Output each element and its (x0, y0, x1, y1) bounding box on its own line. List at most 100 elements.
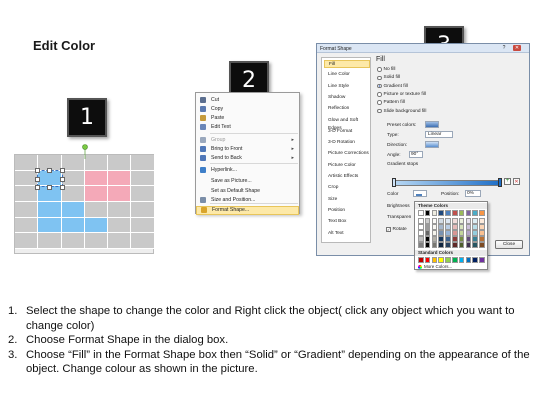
table-cell[interactable] (62, 202, 85, 218)
nav-item[interactable]: Shadow (324, 94, 370, 102)
theme-color-swatch[interactable] (472, 210, 478, 216)
context-menu-item[interactable]: Cut (196, 96, 299, 105)
table-cell[interactable] (62, 233, 85, 249)
resize-handle[interactable] (60, 168, 65, 173)
theme-color-swatch[interactable] (438, 242, 444, 248)
context-menu-item[interactable]: Bring to Front ▸ (196, 145, 299, 154)
theme-color-swatch[interactable] (431, 224, 438, 230)
theme-color-swatch[interactable] (418, 210, 424, 216)
theme-color-swatch[interactable] (458, 242, 465, 248)
resize-handle[interactable] (47, 168, 52, 173)
nav-item[interactable]: Artistic Effects (324, 173, 370, 181)
theme-color-swatch[interactable] (465, 242, 472, 248)
theme-color-swatch[interactable] (438, 236, 444, 242)
table-shape[interactable] (14, 154, 155, 254)
theme-color-swatch[interactable] (472, 242, 478, 248)
nav-item[interactable]: Picture Corrections (324, 150, 370, 158)
theme-color-swatch[interactable] (465, 230, 472, 236)
table-cell[interactable] (85, 233, 108, 249)
resize-handle[interactable] (35, 177, 40, 182)
table-cell[interactable] (108, 202, 131, 218)
type-select[interactable]: Linear (425, 131, 453, 138)
theme-color-swatch[interactable] (479, 224, 485, 230)
gradient-stop-handle[interactable] (392, 178, 396, 187)
nav-item[interactable]: Crop (324, 184, 370, 192)
add-stop-icon[interactable]: + (504, 178, 511, 185)
table-cell[interactable] (131, 233, 155, 249)
table-cell[interactable] (38, 218, 62, 233)
standard-color-swatch[interactable] (472, 257, 478, 263)
standard-color-swatch[interactable] (418, 257, 424, 263)
context-menu-item[interactable]: Save as Picture... (196, 177, 299, 186)
rotation-handle[interactable] (80, 143, 90, 159)
color-picker-button[interactable] (413, 190, 427, 197)
theme-color-swatch[interactable] (452, 224, 458, 230)
theme-color-swatch[interactable] (438, 224, 444, 230)
context-menu-item[interactable]: Paste (196, 114, 299, 123)
theme-color-swatch[interactable] (438, 230, 444, 236)
table-cell[interactable] (38, 202, 62, 218)
theme-color-swatch[interactable] (424, 218, 431, 224)
standard-color-swatch[interactable] (438, 257, 444, 263)
preset-colors-dropdown[interactable] (425, 121, 439, 128)
table-cell[interactable] (108, 233, 131, 249)
standard-color-swatch[interactable] (445, 257, 451, 263)
theme-color-swatch[interactable] (452, 236, 458, 242)
theme-color-swatch[interactable] (479, 242, 485, 248)
theme-color-swatch[interactable] (431, 218, 438, 224)
fill-option-radio[interactable]: No fill (377, 67, 396, 72)
resize-handle[interactable] (60, 177, 65, 182)
resize-handle[interactable] (35, 185, 40, 190)
theme-color-swatch[interactable] (452, 242, 458, 248)
fill-option-radio[interactable]: Slide background fill (377, 109, 426, 114)
nav-item[interactable]: Fill (324, 60, 370, 68)
theme-color-swatch[interactable] (472, 218, 478, 224)
nav-item[interactable]: Text Box (324, 218, 370, 226)
nav-item[interactable]: Position (324, 207, 370, 215)
context-menu-item[interactable]: Format Shape... (196, 206, 299, 215)
context-menu-item[interactable]: Hyperlink... (196, 166, 299, 175)
theme-color-swatch[interactable] (438, 218, 444, 224)
table-cell[interactable] (15, 233, 38, 249)
theme-color-swatch[interactable] (445, 218, 451, 224)
theme-color-swatch[interactable] (458, 230, 465, 236)
theme-color-swatch[interactable] (445, 242, 451, 248)
theme-color-swatch[interactable] (431, 242, 438, 248)
table-cell[interactable] (131, 218, 155, 233)
context-menu-item[interactable]: Group ▸ (196, 136, 299, 145)
theme-color-swatch[interactable] (465, 224, 472, 230)
table-cell[interactable] (15, 218, 38, 233)
close-icon[interactable]: ✕ (513, 45, 521, 51)
theme-color-swatch[interactable] (418, 236, 424, 242)
theme-color-swatch[interactable] (424, 236, 431, 242)
theme-color-swatch[interactable] (452, 218, 458, 224)
theme-color-swatch[interactable] (424, 210, 431, 216)
theme-color-swatch[interactable] (472, 230, 478, 236)
theme-color-swatch[interactable] (438, 210, 444, 216)
position-input[interactable]: 0% (465, 190, 481, 197)
standard-color-swatch[interactable] (452, 257, 458, 263)
table-cell[interactable] (15, 202, 38, 218)
resize-handle[interactable] (35, 168, 40, 173)
nav-item[interactable]: Reflection (324, 105, 370, 113)
theme-color-swatch[interactable] (479, 218, 485, 224)
theme-color-swatch[interactable] (465, 218, 472, 224)
theme-color-swatch[interactable] (424, 230, 431, 236)
fill-option-radio[interactable]: Gradient fill (377, 84, 408, 89)
theme-color-swatch[interactable] (479, 236, 485, 242)
nav-item[interactable]: Line Style (324, 83, 370, 91)
standard-color-swatch[interactable] (431, 257, 438, 263)
theme-color-swatch[interactable] (418, 218, 424, 224)
table-cell[interactable] (131, 155, 155, 171)
table-cell[interactable] (62, 186, 85, 202)
table-cell[interactable] (108, 171, 131, 186)
resize-handle[interactable] (47, 185, 52, 190)
theme-color-swatch[interactable] (465, 236, 472, 242)
context-menu-item[interactable]: Set as Default Shape (196, 187, 299, 196)
rotate-with-shape-checkbox[interactable]: ✓ Rotate (386, 227, 407, 232)
fill-option-radio[interactable]: Picture or texture fill (377, 92, 426, 97)
theme-color-swatch[interactable] (431, 210, 438, 216)
theme-color-swatch[interactable] (445, 236, 451, 242)
theme-color-swatch[interactable] (472, 236, 478, 242)
nav-item[interactable]: Picture Color (324, 162, 370, 170)
